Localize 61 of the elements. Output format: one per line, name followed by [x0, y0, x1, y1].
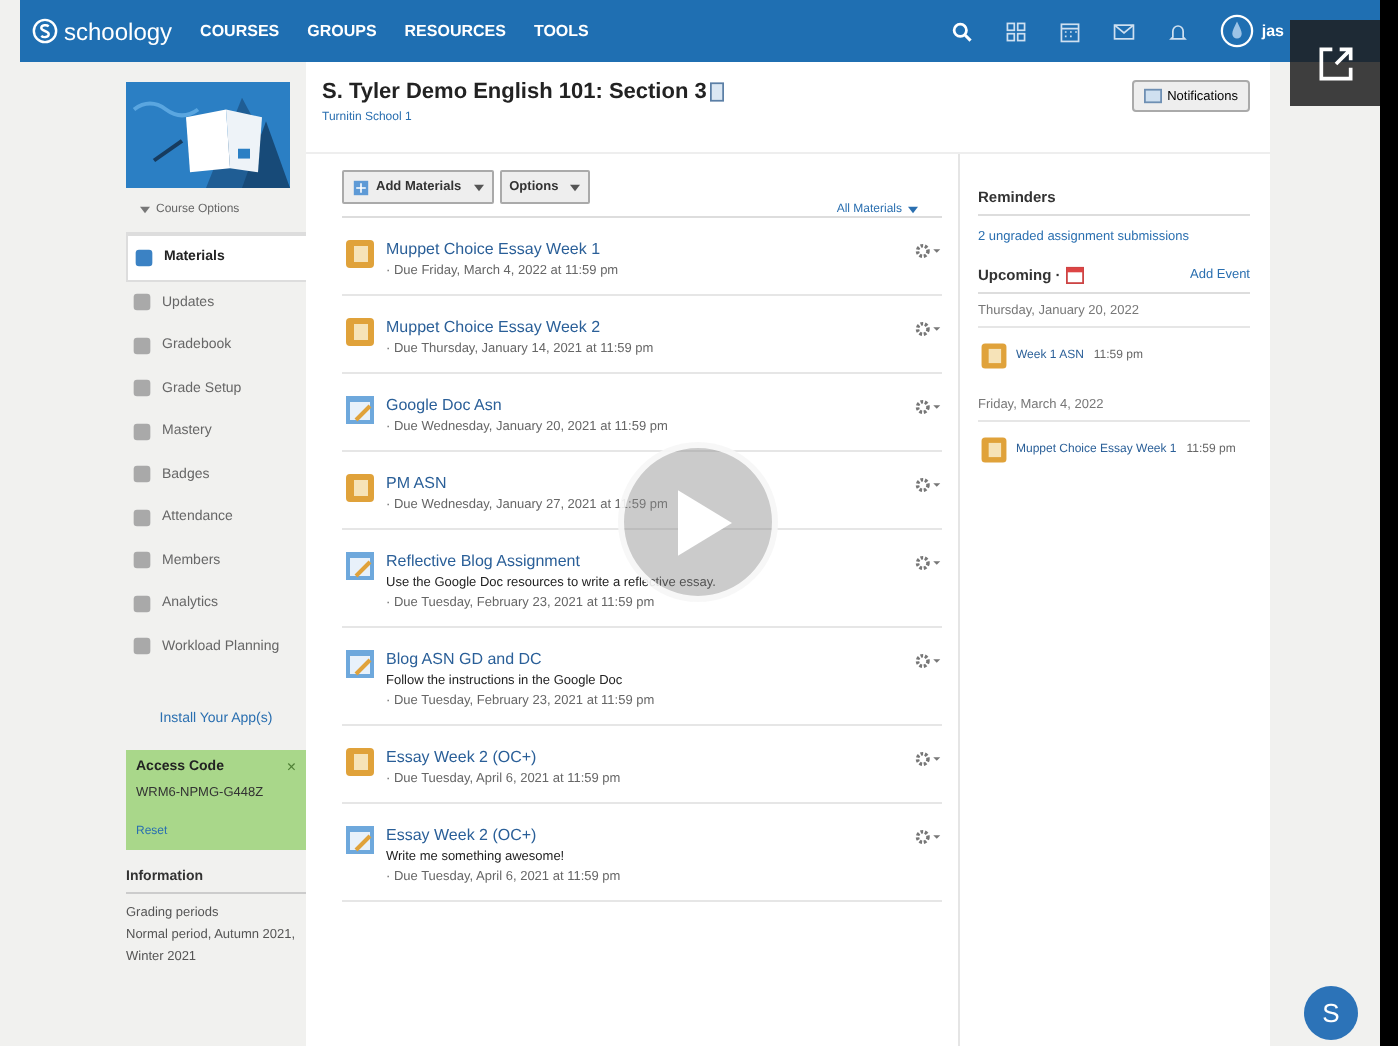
calendar-icon[interactable] [1066, 266, 1085, 284]
popout-button[interactable] [1290, 20, 1380, 106]
assignment-icon [978, 340, 1010, 372]
book-icon [710, 82, 725, 102]
nav-icon [132, 550, 152, 571]
chat-button[interactable]: S [1304, 986, 1358, 1040]
gear-icon[interactable] [914, 828, 942, 846]
material-link[interactable]: Essay Week 2 (OC+) [386, 826, 906, 844]
material-link[interactable]: Muppet Choice Essay Week 2 [386, 318, 906, 336]
nav-icon [132, 593, 152, 614]
nav-icon [132, 378, 152, 399]
search-icon[interactable] [949, 19, 974, 43]
gear-icon[interactable] [914, 242, 942, 260]
nav-link[interactable]: COURSES [200, 22, 280, 40]
nav-icon [132, 421, 152, 442]
assignment-icon [342, 314, 378, 350]
logo-icon [32, 18, 58, 44]
mail-icon[interactable] [1111, 19, 1136, 43]
user-name[interactable]: jas [1261, 22, 1284, 40]
assignment-icon [978, 434, 1010, 466]
assignment-icon [342, 744, 378, 780]
add-icon [352, 179, 370, 195]
assignment-icon [342, 470, 378, 506]
material-link[interactable]: PM ASN [386, 474, 906, 492]
caret-icon [140, 206, 150, 214]
document-icon [342, 822, 378, 858]
material-link[interactable]: Google Doc Asn [386, 396, 906, 414]
brand-name[interactable]: schoology [64, 17, 173, 45]
nav-icon [134, 247, 154, 268]
material-link[interactable]: Essay Week 2 (OC+) [386, 748, 906, 766]
close-icon[interactable]: × [286, 760, 296, 774]
caret-icon[interactable] [908, 206, 918, 214]
document-icon [342, 646, 378, 682]
avatar-icon[interactable] [1219, 14, 1254, 48]
nav-icon [132, 636, 152, 657]
material-link[interactable]: Reflective Blog Assignment [386, 552, 906, 570]
gear-icon[interactable] [914, 476, 942, 494]
nav-icon [132, 464, 152, 485]
nav-icon [132, 292, 152, 313]
mail-icon [1143, 88, 1162, 104]
gear-icon[interactable] [914, 554, 942, 572]
gear-icon[interactable] [914, 320, 942, 338]
gear-icon[interactable] [914, 398, 942, 416]
nav-link[interactable]: RESOURCES [404, 22, 506, 40]
document-icon [342, 392, 378, 428]
document-icon [342, 548, 378, 584]
material-link[interactable]: Muppet Choice Essay Week 1 [386, 240, 906, 258]
caret-icon [473, 183, 484, 191]
nav-icon [132, 507, 152, 528]
grid-icon[interactable] [1003, 19, 1028, 43]
gear-icon[interactable] [914, 750, 942, 768]
bell-icon[interactable] [1165, 19, 1190, 43]
nav-icon [132, 335, 152, 356]
material-link[interactable]: Blog ASN GD and DC [386, 650, 906, 668]
gear-icon[interactable] [914, 652, 942, 670]
nav-link[interactable]: GROUPS [307, 22, 377, 40]
course-title: S. Tyler Demo English 101: Section 3 [322, 80, 707, 104]
nav-link[interactable]: TOOLS [533, 22, 589, 40]
caret-icon [570, 183, 581, 191]
assignment-icon [342, 236, 378, 272]
play-icon [677, 489, 731, 555]
